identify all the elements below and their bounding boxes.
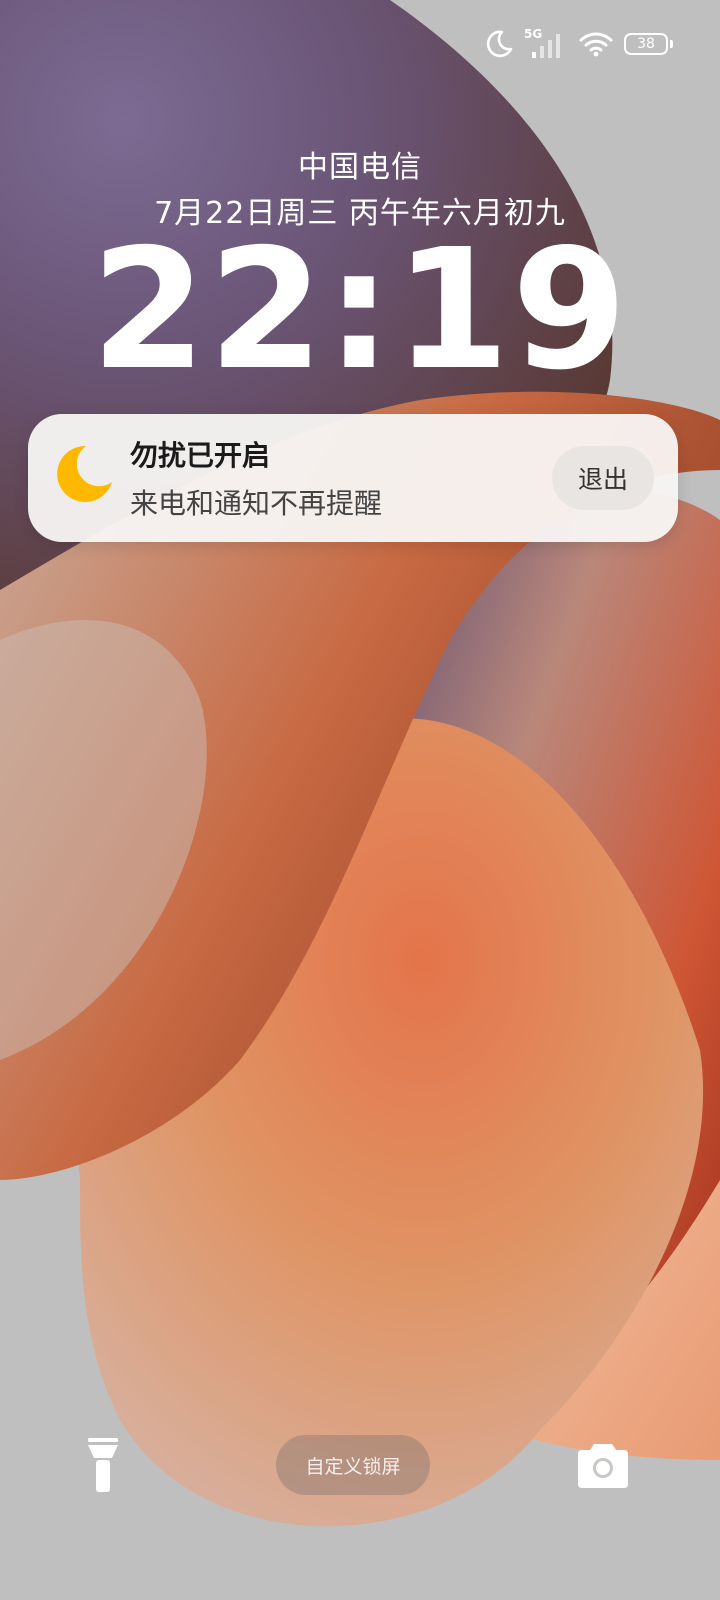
battery-indicator: 38 — [624, 33, 673, 55]
battery-level: 38 — [637, 36, 655, 52]
network-type-label: 5G — [524, 27, 543, 41]
status-bar: 5G 38 — [484, 24, 673, 64]
clock-time: 22:19 — [90, 214, 630, 407]
dnd-notification-card[interactable]: 勿扰已开启 来电和通知不再提醒 退出 — [28, 414, 678, 542]
wifi-icon — [579, 32, 613, 57]
dnd-title: 勿扰已开启 — [130, 439, 271, 472]
customize-lockscreen-button[interactable]: 自定义锁屏 — [276, 1435, 430, 1495]
camera-icon[interactable] — [576, 1440, 630, 1490]
dnd-exit-button[interactable]: 退出 — [552, 446, 654, 510]
lock-screen: 5G 38 中国电信 7月22日周三 丙午年六月初九 22:19 勿扰已开启 来… — [0, 0, 720, 1600]
moon-icon — [57, 445, 112, 502]
flashlight-icon[interactable] — [84, 1436, 122, 1494]
dnd-subtitle: 来电和通知不再提醒 — [130, 487, 383, 520]
moon-icon — [486, 30, 513, 58]
cellular-signal: 5G — [524, 28, 568, 60]
carrier-name: 中国电信 — [298, 150, 422, 185]
